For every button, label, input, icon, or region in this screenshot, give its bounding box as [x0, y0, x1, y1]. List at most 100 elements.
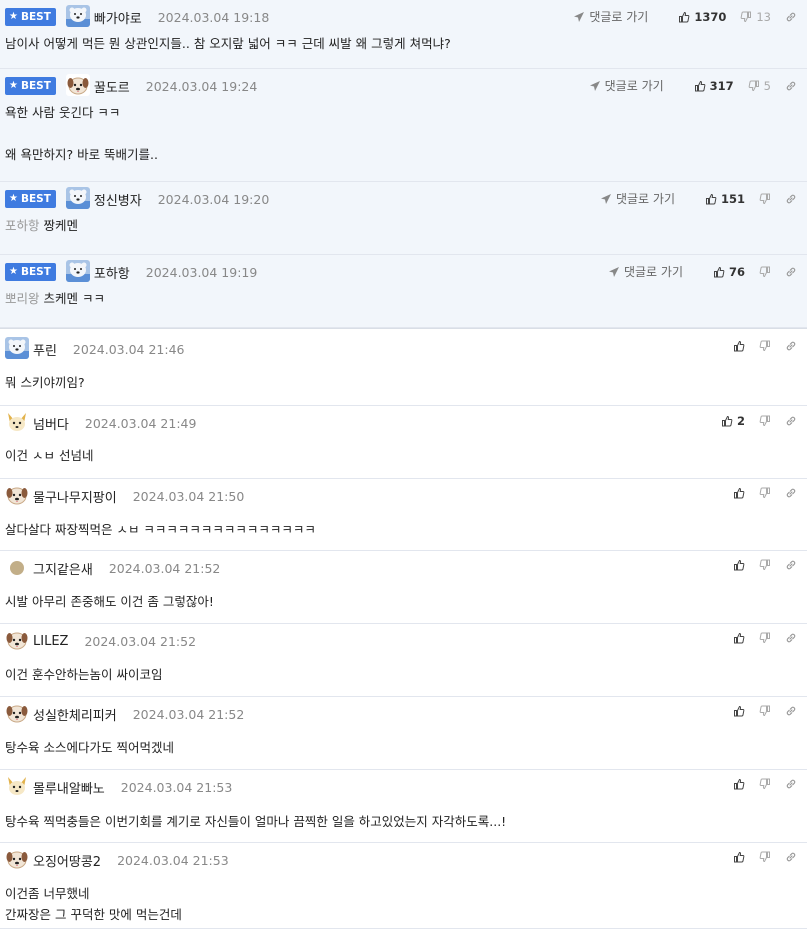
copy-link-button[interactable]	[785, 632, 797, 644]
nickname[interactable]: 넘버다	[33, 414, 69, 433]
downvote-button[interactable]	[759, 266, 771, 278]
upvote-button[interactable]	[733, 778, 745, 790]
comment-header: ★ BEST 꿀도르 2024.03.04 19:24	[5, 73, 257, 99]
nickname[interactable]: 성실한체리피커	[33, 705, 117, 724]
downvote-button[interactable]	[759, 559, 771, 571]
timestamp: 2024.03.04 19:18	[157, 9, 270, 25]
upvote-button[interactable]: 1370	[678, 10, 726, 24]
comment-header: ★ BEST 정신병자 2024.03.04 19:20	[5, 186, 269, 212]
upvote-button[interactable]: 2	[721, 414, 745, 428]
polar-bear-avatar[interactable]	[65, 259, 94, 285]
copy-link-button[interactable]	[785, 559, 797, 571]
comment-actions	[719, 559, 797, 571]
downvote-button[interactable]: 13	[740, 10, 771, 24]
upvote-button[interactable]	[733, 340, 745, 352]
downvote-button[interactable]	[759, 487, 771, 499]
downvote-button[interactable]	[759, 632, 771, 644]
copy-link-button[interactable]	[785, 851, 797, 863]
copy-link-button[interactable]	[785, 266, 797, 278]
upvote-button[interactable]	[733, 851, 745, 863]
upvote-button[interactable]	[733, 632, 745, 644]
comment-body: 살다살다 짜장찍먹은 ㅅㅂ ㅋㅋㅋㅋㅋㅋㅋㅋㅋㅋㅋㅋㅋㅋㅋ	[5, 519, 316, 540]
timestamp: 2024.03.04 21:53	[120, 779, 233, 795]
copy-link-button[interactable]	[785, 11, 797, 23]
link-icon	[785, 266, 797, 278]
dog-avatar[interactable]	[5, 701, 33, 727]
star-icon: ★	[9, 266, 18, 277]
dog-avatar[interactable]	[5, 628, 33, 654]
comment-actions	[719, 851, 797, 863]
best-label: BEST	[20, 193, 51, 205]
nickname[interactable]: 그지같은새	[33, 559, 93, 578]
comment-line: 이건 훈수안하는놈이 싸이코임	[5, 664, 162, 685]
dot-avatar[interactable]	[5, 555, 33, 581]
star-icon: ★	[9, 80, 18, 91]
dog-avatar[interactable]	[65, 73, 94, 99]
polar-bear-avatar[interactable]	[5, 336, 33, 362]
copy-link-button[interactable]	[785, 487, 797, 499]
thumb-up-icon	[733, 559, 745, 571]
downvote-button[interactable]	[759, 851, 771, 863]
comment-actions: 댓글로 가기 317 5	[589, 77, 797, 94]
downvote-button[interactable]: 5	[748, 79, 771, 93]
reply-to-nickname[interactable]: 포하항	[5, 218, 40, 233]
polar-bear-avatar[interactable]	[65, 4, 94, 30]
upvote-button[interactable]: 317	[694, 79, 734, 93]
upvote-button[interactable]: 76	[713, 265, 745, 279]
nickname[interactable]: 물구나무지팡이	[33, 487, 117, 506]
copy-link-button[interactable]	[785, 340, 797, 352]
nickname[interactable]: 빠가야로	[94, 8, 142, 27]
copy-link-button[interactable]	[785, 193, 797, 205]
reply-to-nickname[interactable]: 뽀리왕	[5, 291, 40, 306]
timestamp: 2024.03.04 21:49	[84, 415, 197, 431]
goto-reply-link[interactable]: 댓글로 가기	[589, 77, 664, 94]
copy-link-button[interactable]	[785, 705, 797, 717]
comment-actions: 댓글로 가기 76	[608, 263, 797, 280]
thumb-down-icon	[759, 415, 771, 427]
copy-link-button[interactable]	[785, 415, 797, 427]
upvote-button[interactable]: 151	[705, 192, 745, 206]
thumb-up-icon	[733, 851, 745, 863]
thumb-down-icon	[759, 487, 771, 499]
upvote-button[interactable]	[733, 705, 745, 717]
downvote-button[interactable]	[759, 340, 771, 352]
downvote-button[interactable]	[759, 778, 771, 790]
thumb-up-icon	[733, 778, 745, 790]
link-icon	[785, 80, 797, 92]
downvote-button[interactable]	[759, 705, 771, 717]
comment: 성실한체리피커 2024.03.04 21:52 탕수육 소스에다가도 찍어먹겠네	[0, 697, 807, 770]
downvote-button[interactable]	[759, 193, 771, 205]
copy-link-button[interactable]	[785, 80, 797, 92]
goto-reply-link[interactable]: 댓글로 가기	[573, 8, 648, 25]
nickname[interactable]: LILEZ	[33, 634, 68, 649]
dog-avatar[interactable]	[5, 847, 33, 873]
dog-avatar[interactable]	[5, 483, 33, 509]
upvote-button[interactable]	[733, 487, 745, 499]
nickname[interactable]: 포하항	[94, 263, 130, 282]
goto-reply-link[interactable]: 댓글로 가기	[600, 190, 675, 207]
upvote-count: 151	[720, 191, 745, 206]
nickname[interactable]: 꿀도르	[94, 77, 130, 96]
comment: 오징어땅콩2 2024.03.04 21:53 이건좀 너무했네 간짜장은 그 꾸덕한…	[0, 843, 807, 929]
comment: 물구나무지팡이 2024.03.04 21:50 살다살다 짜장찍먹은 ㅅㅂ ㅋㅋㅋ…	[0, 479, 807, 551]
comment-body: 이건 훈수안하는놈이 싸이코임	[5, 664, 162, 685]
polar-bear-avatar[interactable]	[65, 186, 94, 212]
fox-avatar[interactable]	[5, 410, 33, 436]
nickname[interactable]: 정신병자	[94, 190, 142, 209]
comment-text: 뭐 스키야끼임?	[5, 375, 85, 390]
nickname[interactable]: 오징어땅콩2	[33, 851, 101, 870]
comment-header: 그지같은새 2024.03.04 21:52	[5, 555, 220, 581]
goto-reply-link[interactable]: 댓글로 가기	[608, 263, 683, 280]
comment-text: 이건 훈수안하는놈이 싸이코임	[5, 667, 163, 682]
comment-text: 츠케멘 ㅋㅋ	[43, 291, 105, 306]
upvote-button[interactable]	[733, 559, 745, 571]
fox-avatar[interactable]	[5, 774, 33, 800]
downvote-button[interactable]	[759, 415, 771, 427]
copy-link-button[interactable]	[785, 778, 797, 790]
comment-text: 이건좀 너무했네	[5, 886, 90, 901]
nickname[interactable]: 푸린	[33, 340, 57, 359]
comment-text: 욕한 사람 웃긴다 ㅋㅋ	[5, 105, 121, 120]
nickname[interactable]: 몰루내알빠노	[33, 778, 105, 797]
comment-header: 물구나무지팡이 2024.03.04 21:50	[5, 483, 244, 509]
link-icon	[785, 559, 797, 571]
